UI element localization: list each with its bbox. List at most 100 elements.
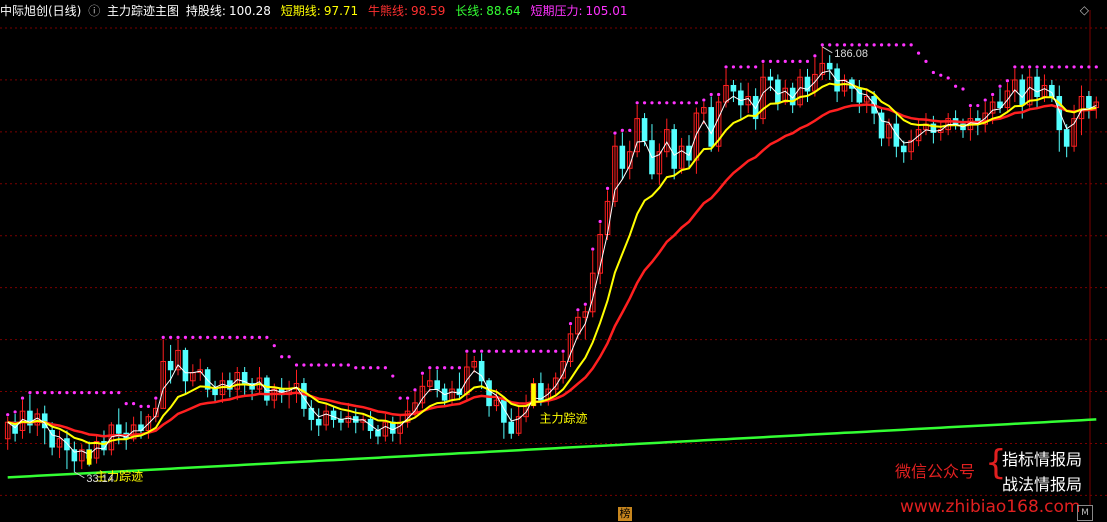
pressure-dot: [509, 349, 513, 353]
pressure-dot: [613, 131, 617, 135]
pressure-dot: [717, 92, 721, 97]
pressure-dot: [420, 371, 425, 375]
pressure-dot: [976, 103, 980, 108]
pressure-dot: [739, 65, 743, 69]
pressure-dot: [1057, 65, 1061, 69]
down-candle: [1019, 79, 1026, 106]
pressure-dot: [828, 43, 832, 47]
pressure-dot: [146, 404, 151, 408]
pressure-dot: [176, 335, 180, 339]
down-candle: [1049, 84, 1055, 98]
pressure-dot: [50, 391, 54, 395]
pressure-dot: [109, 391, 113, 395]
pressure-dot: [6, 413, 10, 417]
pressure-dot: [628, 128, 632, 132]
down-candle: [671, 129, 677, 169]
pressure-dot: [213, 335, 217, 339]
pressure-dot: [576, 308, 580, 312]
pressure-dot: [1035, 65, 1039, 69]
pressure-dot: [635, 101, 639, 105]
down-candle: [434, 380, 441, 390]
pressure-dot: [591, 247, 595, 251]
pressure-dot: [265, 335, 269, 339]
down-candle: [182, 349, 189, 382]
pressure-dot: [472, 349, 476, 353]
pressure-dot: [939, 73, 943, 77]
pressure-dot: [953, 84, 958, 88]
bull-bear-line: [7, 103, 1097, 438]
pressure-dot: [813, 54, 817, 58]
pressure-dot: [43, 391, 47, 395]
bottom-badge[interactable]: 榜: [618, 507, 632, 521]
pressure-dot: [243, 335, 247, 339]
pressure-dot: [946, 76, 950, 80]
pressure-dot: [154, 396, 158, 400]
watermark-url: www.zhibiao168.com: [900, 497, 1081, 517]
pressure-dot: [480, 349, 484, 353]
pressure-dot: [791, 59, 795, 64]
pressure-dot: [317, 363, 321, 367]
pressure-dot: [124, 402, 128, 406]
pressure-dot: [1028, 65, 1032, 69]
down-candle: [315, 418, 322, 426]
pressure-dot: [131, 402, 136, 406]
pressure-dot: [642, 101, 647, 105]
m-icon[interactable]: M: [1077, 505, 1093, 521]
down-candle: [893, 123, 900, 147]
pressure-dot: [65, 391, 69, 395]
pressure-dot: [887, 43, 891, 47]
pressure-dot: [339, 363, 343, 367]
pressure-dot: [1042, 65, 1047, 69]
pressure-dot: [909, 43, 913, 47]
pressure-dot: [250, 335, 254, 339]
pressure-dot: [776, 59, 780, 64]
pressure-dot: [502, 349, 506, 353]
high-leader: [822, 46, 833, 54]
pressure-dot: [961, 87, 965, 91]
pressure-dot: [605, 186, 610, 190]
pressure-dot: [1013, 65, 1017, 69]
candlestick-chart[interactable]: 主力踪迹主力踪迹186.0833.14: [0, 0, 1107, 522]
pressure-dot: [983, 98, 987, 102]
pressure-dot: [1087, 65, 1091, 69]
pressure-dot: [998, 84, 1002, 88]
pressure-dot: [702, 98, 706, 102]
pressure-dot: [413, 388, 417, 392]
down-candle: [167, 360, 174, 371]
pressure-dot: [376, 366, 380, 370]
pressure-dot: [117, 391, 121, 395]
pressure-dot: [568, 322, 573, 326]
pressure-dot: [287, 355, 291, 359]
pressure-dot: [391, 374, 395, 378]
watermark-indicator: 指标情报局: [1002, 450, 1083, 469]
down-candle: [478, 360, 485, 382]
watermark-wechat: 微信公众号: [895, 462, 976, 481]
down-candle: [856, 87, 863, 103]
pressure-dot: [1079, 65, 1084, 69]
pressure-dot: [583, 302, 587, 306]
pressure-dot: [731, 65, 736, 69]
pressure-dot: [1072, 65, 1076, 69]
pressure-dot: [383, 366, 387, 370]
pressure-dot: [191, 335, 195, 339]
pressure-dot: [872, 43, 876, 47]
pressure-dot: [206, 335, 210, 339]
pressure-dot: [331, 363, 336, 367]
down-candle: [826, 62, 833, 70]
pressure-dot: [257, 335, 262, 339]
down-candle: [330, 410, 337, 420]
pressure-dot: [694, 101, 699, 105]
pressure-dot: [768, 59, 773, 64]
pressure-dot: [398, 396, 402, 400]
low-label: 33.14: [86, 473, 114, 485]
down-candle: [641, 118, 648, 142]
pressure-dot: [554, 349, 558, 353]
pressure-dot: [850, 43, 854, 47]
down-candle: [375, 429, 381, 437]
down-candle: [708, 107, 715, 147]
pressure-dot: [102, 391, 106, 395]
high-label: 186.08: [834, 48, 868, 60]
pressure-dot: [465, 349, 469, 353]
pressure-dot: [724, 65, 728, 69]
pressure-dot: [450, 366, 454, 370]
